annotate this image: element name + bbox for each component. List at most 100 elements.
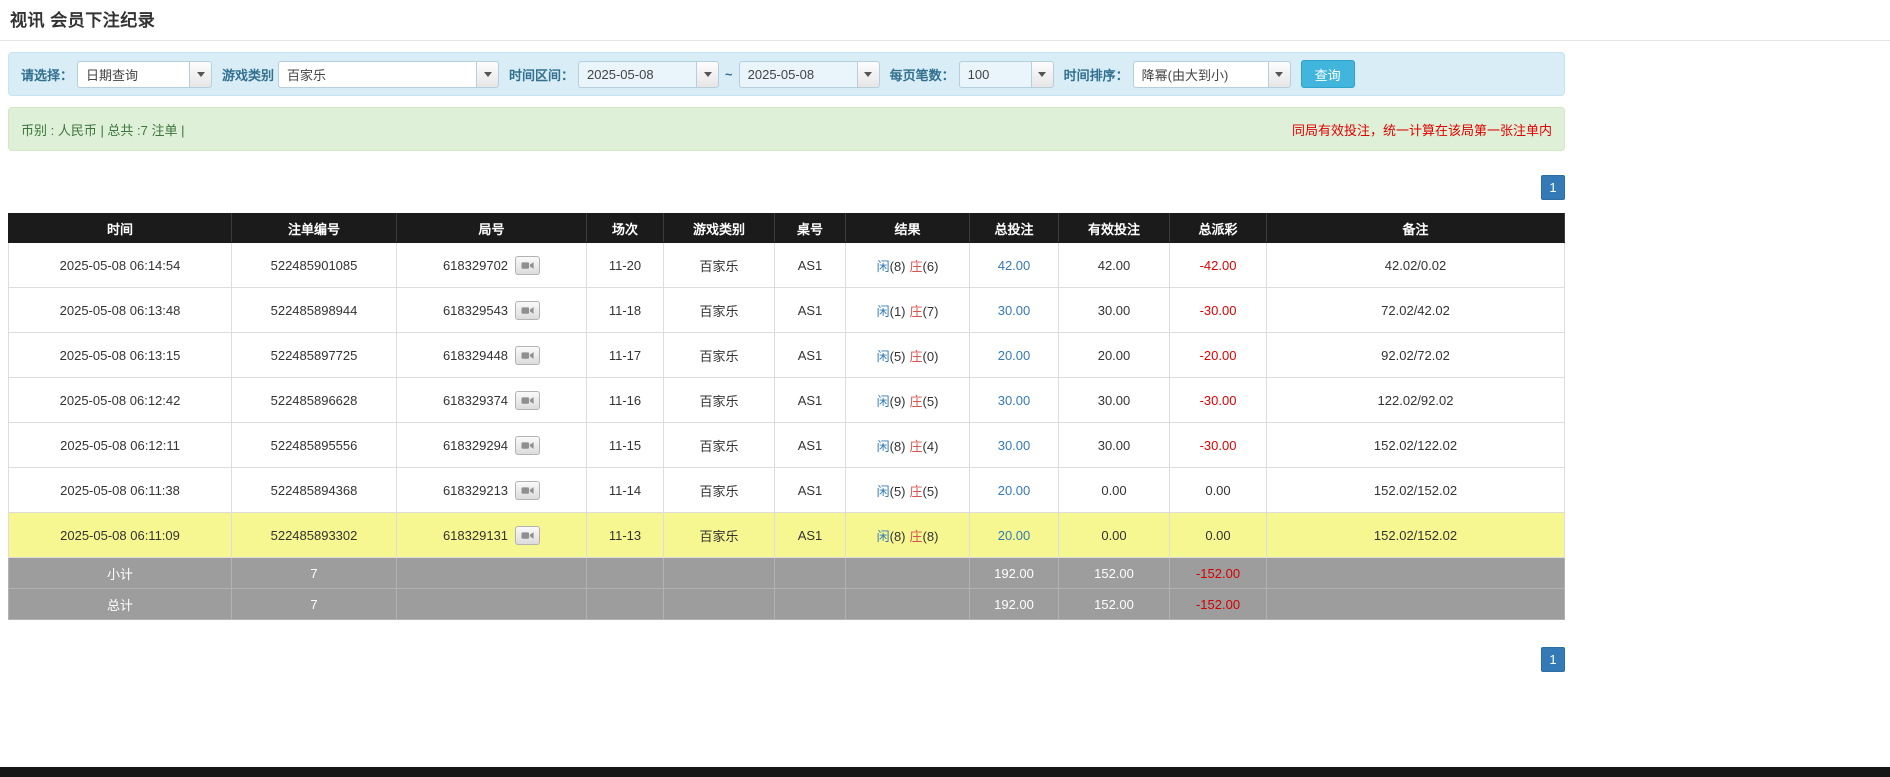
cell-remark: 152.02/122.02 xyxy=(1266,422,1565,468)
page-title: 视讯 会员下注纪录 xyxy=(10,11,156,30)
cell-round: 618329702 xyxy=(396,242,587,288)
page-size-dropdown-button[interactable] xyxy=(1030,60,1054,88)
round-id: 618329294 xyxy=(442,437,509,453)
chevron-down-icon xyxy=(864,71,873,77)
total-empty-table xyxy=(774,588,846,620)
cell-game-type: 百家乐 xyxy=(663,332,775,378)
cell-valid-bet: 20.00 xyxy=(1058,332,1170,378)
round-replay-button[interactable] xyxy=(515,300,541,320)
total-bet-link[interactable]: 42.00 xyxy=(998,258,1031,273)
round-replay-button[interactable] xyxy=(515,435,541,455)
round-replay-button[interactable] xyxy=(515,480,541,500)
date-to-dropdown-button[interactable] xyxy=(856,60,880,88)
filter-bar: 请选择： 游戏类别 时间区间： ~ 每页笔数： 时间排序： xyxy=(8,52,1565,96)
round-replay-button[interactable] xyxy=(515,345,541,365)
cell-table-no: AS1 xyxy=(774,512,846,558)
cell-game-type: 百家乐 xyxy=(663,287,775,333)
date-from-dropdown-button[interactable] xyxy=(696,60,720,88)
total-bet-link[interactable]: 30.00 xyxy=(998,393,1031,408)
round-id: 618329131 xyxy=(442,527,509,543)
cell-table-no: AS1 xyxy=(774,287,846,333)
cell-result: 闲(8) 庄(8) xyxy=(845,512,970,558)
cell-round: 618329131 xyxy=(396,512,587,558)
cell-round: 618329294 xyxy=(396,422,587,468)
chevron-down-icon xyxy=(1038,71,1047,77)
result-player: 闲 xyxy=(876,348,890,364)
sort-order-input[interactable] xyxy=(1132,60,1268,88)
query-type-input[interactable] xyxy=(77,60,190,88)
round-replay-button[interactable] xyxy=(515,525,541,545)
cell-remark: 72.02/42.02 xyxy=(1266,287,1565,333)
col-payout: 总派彩 xyxy=(1169,213,1267,243)
cell-bet-id: 522485896628 xyxy=(231,377,397,423)
result-banker: 庄 xyxy=(909,438,923,454)
cell-valid-bet: 0.00 xyxy=(1058,512,1170,558)
round-id: 618329448 xyxy=(442,347,509,363)
date-from-picker xyxy=(578,60,720,88)
query-type-label: 请选择： xyxy=(21,67,74,83)
game-type-combobox xyxy=(278,60,500,88)
page-header: 视讯 会员下注纪录 xyxy=(0,0,1890,41)
cell-result: 闲(5) 庄(0) xyxy=(845,332,970,378)
sort-order-dropdown-button[interactable] xyxy=(1267,60,1291,88)
chevron-down-icon xyxy=(1275,71,1284,77)
cell-payout: -30.00 xyxy=(1169,422,1267,468)
game-type-input[interactable] xyxy=(278,60,477,88)
total-empty-remark xyxy=(1266,588,1565,620)
result-player: 闲 xyxy=(876,303,890,319)
result-player-score: (1) xyxy=(889,303,906,319)
result-banker: 庄 xyxy=(909,393,923,409)
game-type-dropdown-button[interactable] xyxy=(476,60,500,88)
cell-result: 闲(8) 庄(4) xyxy=(845,422,970,468)
round-replay-button[interactable] xyxy=(515,255,541,275)
result-banker: 庄 xyxy=(909,258,923,274)
date-from-input[interactable] xyxy=(578,60,697,88)
total-total-bet: 192.00 xyxy=(969,588,1059,620)
total-bet-link[interactable]: 20.00 xyxy=(998,348,1031,363)
round-id: 618329213 xyxy=(442,482,509,498)
query-type-dropdown-button[interactable] xyxy=(189,60,213,88)
subtotal-empty-table xyxy=(774,557,846,589)
cell-total-bet: 20.00 xyxy=(969,467,1059,513)
page-size-input[interactable] xyxy=(958,60,1031,88)
page-button-1[interactable]: 1 xyxy=(1541,175,1565,200)
cell-table-no: AS1 xyxy=(774,242,846,288)
total-bet-link[interactable]: 30.00 xyxy=(998,438,1031,453)
page-button-1[interactable]: 1 xyxy=(1541,647,1565,672)
date-range-separator: ~ xyxy=(725,66,733,82)
cell-session: 11-16 xyxy=(586,377,664,423)
search-button[interactable]: 查询 xyxy=(1300,60,1355,88)
result-banker-score: (7) xyxy=(922,303,939,319)
total-bet-link[interactable]: 30.00 xyxy=(998,303,1031,318)
result-player: 闲 xyxy=(876,438,890,454)
summary-bar: 币别 : 人民币 | 总共 :7 注单 | 同局有效投注，统一计算在该局第一张注… xyxy=(8,107,1565,151)
round-replay-button[interactable] xyxy=(515,390,541,410)
video-icon xyxy=(521,531,534,539)
table-row: 2025-05-08 06:14:54 522485901085 6183297… xyxy=(8,242,1565,288)
subtotal-payout: -152.00 xyxy=(1169,557,1267,589)
date-to-input[interactable] xyxy=(738,60,857,88)
result-banker-score: (8) xyxy=(922,528,939,544)
result-player-score: (8) xyxy=(889,528,906,544)
result-banker-score: (4) xyxy=(922,438,939,454)
chevron-down-icon xyxy=(483,71,492,77)
result-banker-score: (0) xyxy=(922,348,939,364)
cell-remark: 42.02/0.02 xyxy=(1266,242,1565,288)
round-id: 618329543 xyxy=(442,302,509,318)
cell-result: 闲(9) 庄(5) xyxy=(845,377,970,423)
cell-time: 2025-05-08 06:12:11 xyxy=(8,422,232,468)
col-result: 结果 xyxy=(845,213,970,243)
cell-bet-id: 522485893302 xyxy=(231,512,397,558)
result-banker-score: (6) xyxy=(922,258,939,274)
total-bet-link[interactable]: 20.00 xyxy=(998,483,1031,498)
cell-round: 618329448 xyxy=(396,332,587,378)
cell-session: 11-17 xyxy=(586,332,664,378)
cell-total-bet: 30.00 xyxy=(969,377,1059,423)
total-bet-link[interactable]: 20.00 xyxy=(998,528,1031,543)
cell-table-no: AS1 xyxy=(774,422,846,468)
chevron-down-icon xyxy=(703,71,712,77)
col-remark: 备注 xyxy=(1266,213,1565,243)
cell-bet-id: 522485897725 xyxy=(231,332,397,378)
cell-time: 2025-05-08 06:13:15 xyxy=(8,332,232,378)
cell-bet-id: 522485894368 xyxy=(231,467,397,513)
